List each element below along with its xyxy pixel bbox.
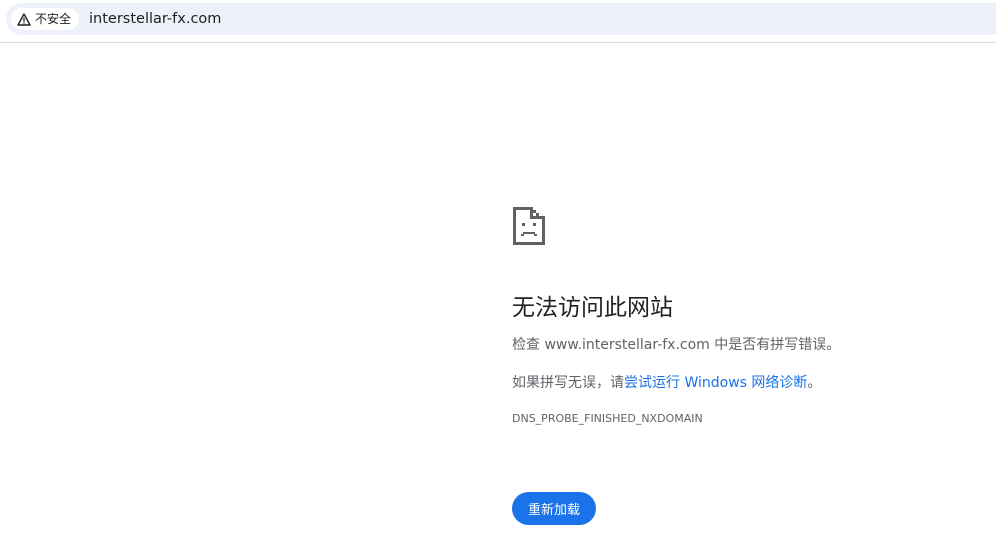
network-diagnostics-link[interactable]: 尝试运行 Windows 网络诊断 — [624, 375, 807, 391]
spelling-check-text: 检查 www.interstellar-fx.com 中是否有拼写错误。 — [512, 337, 841, 353]
url-text[interactable]: interstellar-fx.com — [89, 3, 221, 35]
diagnostics-prefix: 如果拼写无误，请 — [512, 375, 624, 391]
warning-triangle-icon — [17, 12, 31, 26]
address-bar[interactable]: 不安全 interstellar-fx.com — [6, 3, 996, 35]
diagnostics-text: 如果拼写无误，请尝试运行 Windows 网络诊断。 — [512, 373, 972, 393]
browser-toolbar: 不安全 interstellar-fx.com — [0, 0, 996, 43]
sad-page-icon — [512, 205, 972, 247]
error-code: DNS_PROBE_FINISHED_NXDOMAIN — [512, 412, 703, 425]
security-indicator[interactable]: 不安全 — [11, 8, 80, 30]
error-content: 无法访问此网站 检查 www.interstellar-fx.com 中是否有拼… — [512, 205, 972, 427]
error-title: 无法访问此网站 — [512, 295, 673, 321]
security-label: 不安全 — [35, 12, 72, 26]
reload-button[interactable]: 重新加载 — [512, 492, 596, 525]
diagnostics-suffix: 。 — [807, 375, 822, 391]
